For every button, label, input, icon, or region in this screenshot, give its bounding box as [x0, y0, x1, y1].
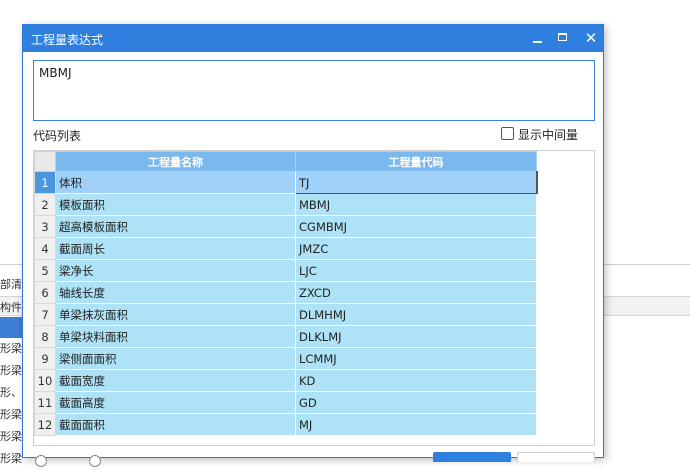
show-intermediate-checkbox[interactable] [501, 127, 514, 140]
quantity-code-cell[interactable]: DLKLMJ [295, 325, 537, 348]
table-row[interactable]: 11 截面高度 GD [34, 391, 537, 414]
row-number: 1 [34, 171, 56, 194]
code-list-grid: 工程量名称 工程量代码 1 体积 TJ 2 模板面积 MBMJ 3 超高模板面积 [33, 150, 595, 446]
table-corner [34, 151, 56, 172]
close-icon[interactable]: ✕ [580, 28, 602, 48]
quantity-name-cell[interactable]: 单梁抹灰面积 [55, 303, 296, 326]
quantity-name-cell[interactable]: 体积 [55, 171, 296, 194]
background-row[interactable]: 形梁 [0, 360, 22, 382]
quantity-name-cell[interactable]: 截面面积 [55, 413, 296, 436]
quantity-code-cell[interactable]: ZXCD [295, 281, 537, 304]
cancel-button[interactable] [517, 452, 595, 462]
table-row[interactable]: 9 梁侧面面积 LCMMJ [34, 347, 537, 370]
table-row[interactable]: 10 截面宽度 KD [34, 369, 537, 392]
row-number: 9 [34, 347, 56, 370]
quantity-name-cell[interactable]: 梁侧面面积 [55, 347, 296, 370]
row-number: 10 [34, 369, 56, 392]
quantity-name-cell[interactable]: 轴线长度 [55, 281, 296, 304]
table-row[interactable]: 8 单梁块料面积 DLKLMJ [34, 325, 537, 348]
table-row[interactable]: 6 轴线长度 ZXCD [34, 281, 537, 304]
quantity-name-cell[interactable]: 截面高度 [55, 391, 296, 414]
quantity-code-cell[interactable]: TJ [295, 171, 538, 194]
ok-button[interactable] [433, 452, 511, 462]
table-row[interactable]: 7 单梁抹灰面积 DLMHMJ [34, 303, 537, 326]
radio-option-1[interactable] [35, 455, 47, 467]
row-number: 4 [34, 237, 56, 260]
background-row[interactable]: 形梁 [0, 426, 22, 448]
row-number: 11 [34, 391, 56, 414]
background-row[interactable]: 形梁 [0, 404, 22, 426]
quantity-code-cell[interactable]: DLMHMJ [295, 303, 537, 326]
background-tab[interactable]: 部清 [0, 276, 22, 292]
expression-input[interactable]: MBMJ [33, 60, 595, 121]
row-number: 7 [34, 303, 56, 326]
quantity-name-cell[interactable]: 模板面积 [55, 193, 296, 216]
background-row[interactable]: 形梁 [0, 338, 22, 360]
quantity-code-cell[interactable]: LJC [295, 259, 537, 282]
quantity-code-cell[interactable]: MBMJ [295, 193, 537, 216]
table-row[interactable]: 3 超高模板面积 CGMBMJ [34, 215, 537, 238]
code-list-label: 代码列表 [33, 129, 82, 143]
code-table: 工程量名称 工程量代码 1 体积 TJ 2 模板面积 MBMJ 3 超高模板面积 [34, 151, 538, 436]
quantity-name-cell[interactable]: 截面周长 [55, 237, 296, 260]
row-number: 2 [34, 193, 56, 216]
quantity-name-cell[interactable]: 超高模板面积 [55, 215, 296, 238]
show-intermediate-label: 显示中间量 [518, 128, 579, 142]
table-row[interactable]: 1 体积 TJ [34, 171, 538, 194]
background-row[interactable]: 形梁 [0, 448, 22, 470]
quantity-code-cell[interactable]: KD [295, 369, 537, 392]
dialog-title: 工程量表达式 [31, 33, 104, 47]
column-header-code[interactable]: 工程量代码 [295, 151, 537, 172]
quantity-code-cell[interactable]: JMZC [295, 237, 537, 260]
row-number: 5 [34, 259, 56, 282]
row-number: 8 [34, 325, 56, 348]
table-row[interactable]: 2 模板面积 MBMJ [34, 193, 537, 216]
background-header-label: 构件 [0, 301, 22, 314]
table-row[interactable]: 4 截面周长 JMZC [34, 237, 537, 260]
minimize-icon[interactable] [526, 28, 548, 48]
background-selected-row[interactable] [0, 317, 22, 338]
maximize-icon[interactable] [552, 28, 574, 48]
dialog-footer [23, 447, 603, 467]
radio-option-2[interactable] [89, 455, 101, 467]
table-row[interactable]: 12 截面面积 MJ [34, 413, 537, 436]
quantity-name-cell[interactable]: 梁净长 [55, 259, 296, 282]
table-row[interactable]: 5 梁净长 LJC [34, 259, 537, 282]
quantity-code-cell[interactable]: LCMMJ [295, 347, 537, 370]
quantity-code-cell[interactable]: CGMBMJ [295, 215, 537, 238]
quantity-code-cell[interactable]: GD [295, 391, 537, 414]
row-number: 6 [34, 281, 56, 304]
dialog-titlebar[interactable]: 工程量表达式 ✕ [23, 25, 603, 52]
column-header-name[interactable]: 工程量名称 [55, 151, 296, 172]
quantity-code-cell[interactable]: MJ [295, 413, 537, 436]
row-number: 3 [34, 215, 56, 238]
background-row[interactable]: 形、 [0, 382, 22, 404]
quantity-name-cell[interactable]: 截面宽度 [55, 369, 296, 392]
row-number: 12 [34, 413, 56, 436]
quantity-name-cell[interactable]: 单梁块料面积 [55, 325, 296, 348]
expression-dialog: 工程量表达式 ✕ MBMJ 代码列表 显示中间量 工程量名称 工程量代码 1 体… [22, 24, 604, 467]
